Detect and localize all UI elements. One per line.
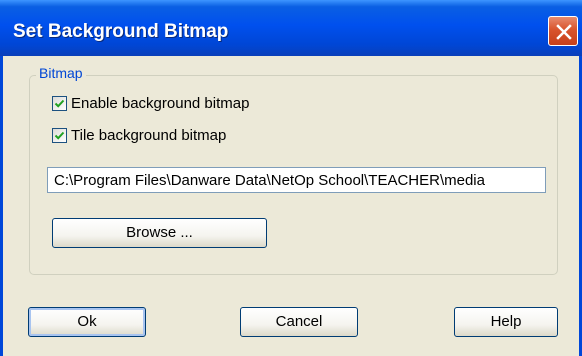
- close-icon: [556, 24, 572, 40]
- ok-button[interactable]: Ok: [28, 307, 146, 337]
- enable-bitmap-label[interactable]: Enable background bitmap: [71, 95, 249, 112]
- tile-bitmap-option[interactable]: Tile background bitmap: [52, 126, 226, 144]
- tile-bitmap-label[interactable]: Tile background bitmap: [71, 127, 226, 144]
- tile-bitmap-checkbox[interactable]: [52, 127, 67, 143]
- close-button[interactable]: [548, 16, 578, 46]
- bitmap-path-field[interactable]: [47, 167, 546, 193]
- help-button[interactable]: Help: [454, 307, 558, 337]
- window-title: Set Background Bitmap: [13, 21, 229, 42]
- bitmap-group-label: Bitmap: [36, 65, 86, 81]
- cancel-button[interactable]: Cancel: [240, 307, 358, 337]
- title-bar[interactable]: Set Background Bitmap: [0, 0, 582, 56]
- check-mark-icon: [54, 99, 65, 108]
- enable-bitmap-checkbox[interactable]: [52, 95, 67, 111]
- browse-button[interactable]: Browse ...: [52, 218, 267, 248]
- check-mark-icon: [54, 131, 65, 140]
- enable-bitmap-option[interactable]: Enable background bitmap: [52, 94, 249, 112]
